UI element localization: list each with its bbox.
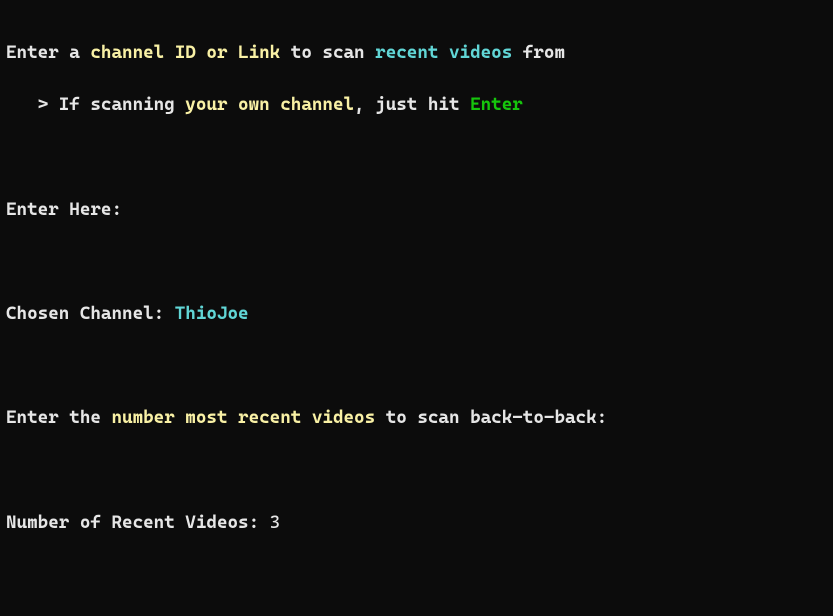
blank-line bbox=[6, 353, 827, 379]
blank-line bbox=[6, 562, 827, 588]
text: , just hit bbox=[354, 94, 470, 115]
num-videos-prompt: Enter the number most recent videos to s… bbox=[6, 405, 827, 431]
chosen-channel-label: Chosen Channel: bbox=[6, 303, 175, 324]
text: > If scanning bbox=[6, 94, 185, 115]
prompt-channel-line1: Enter a channel ID or Link to scan recen… bbox=[6, 40, 827, 66]
text: to scan bbox=[280, 42, 375, 63]
blank-line bbox=[6, 249, 827, 275]
blank-line bbox=[6, 458, 827, 484]
num-videos-entered: Number of Recent Videos: 3 bbox=[6, 510, 827, 536]
highlight-number-most-recent: number most recent videos bbox=[111, 407, 375, 428]
num-videos-label: Number of Recent Videos: bbox=[6, 512, 270, 533]
text: from bbox=[512, 42, 565, 63]
text: Enter a bbox=[6, 42, 90, 63]
highlight-channel-id-or-link: channel ID or Link bbox=[90, 42, 280, 63]
highlight-enter-key: Enter bbox=[470, 94, 523, 115]
enter-here-label: Enter Here: bbox=[6, 199, 122, 220]
blank-line bbox=[6, 144, 827, 170]
chosen-channel-value: ThioJoe bbox=[175, 303, 249, 324]
highlight-recent-videos: recent videos bbox=[375, 42, 512, 63]
enter-here-line: Enter Here: bbox=[6, 197, 827, 223]
highlight-your-own-channel: your own channel bbox=[185, 94, 354, 115]
num-videos-value: 3 bbox=[270, 512, 281, 533]
terminal-output: Enter a channel ID or Link to scan recen… bbox=[0, 0, 833, 616]
text: to scan back-to-back: bbox=[375, 407, 607, 428]
text: Enter the bbox=[6, 407, 111, 428]
chosen-channel-line: Chosen Channel: ThioJoe bbox=[6, 301, 827, 327]
prompt-channel-line2: > If scanning your own channel, just hit… bbox=[6, 92, 827, 118]
